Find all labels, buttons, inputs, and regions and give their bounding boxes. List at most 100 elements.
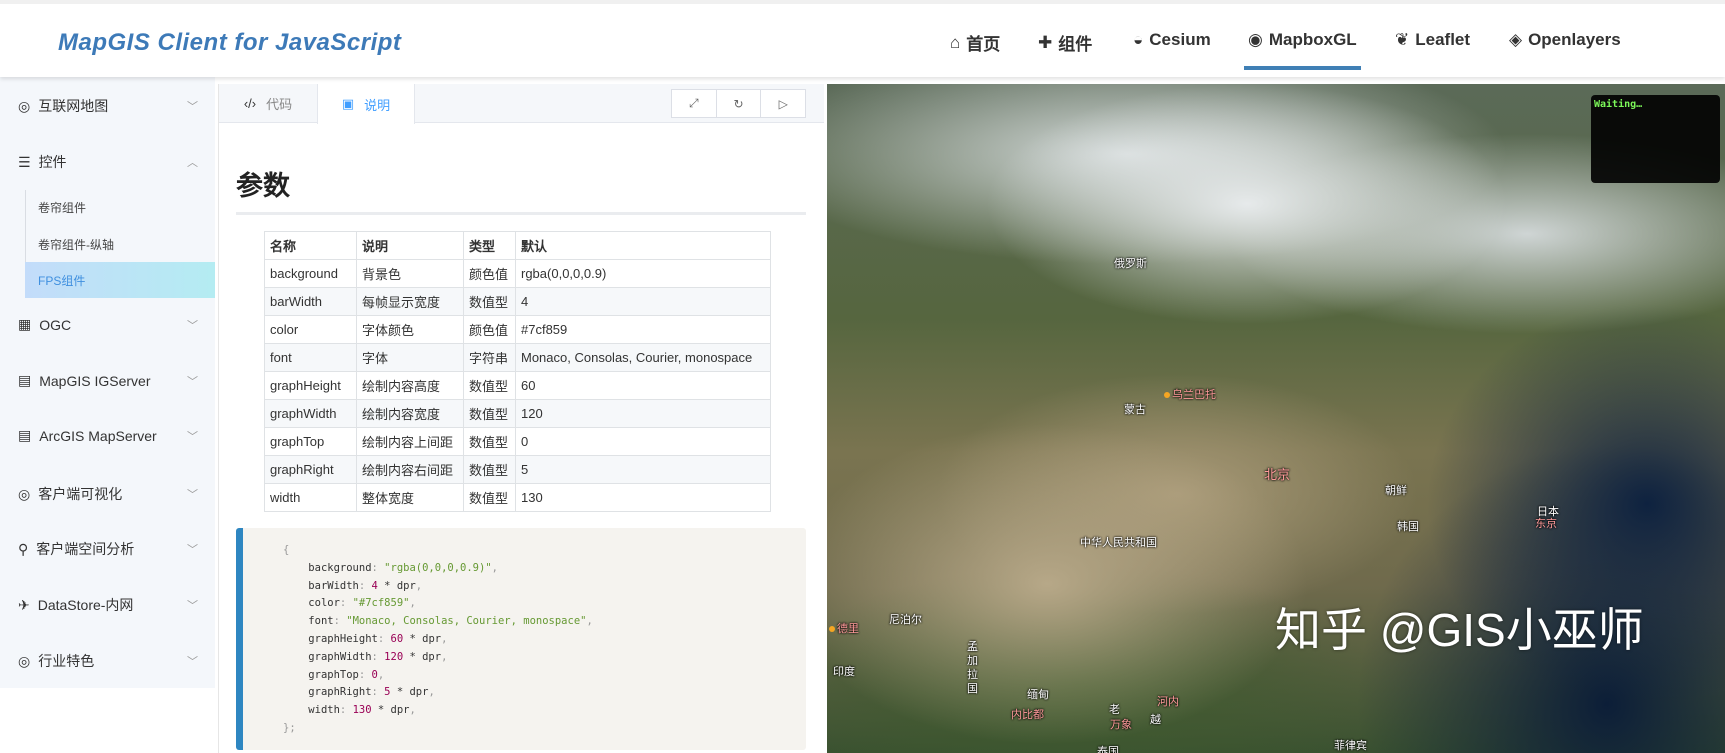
table-row: background 背景色 颜色值 rgba(0,0,0,0.9) <box>264 259 771 288</box>
watermark: 知乎 @GIS小巫师 <box>1275 604 1644 656</box>
nav-components[interactable]: ✚ 组件 <box>1038 30 1092 55</box>
page-title: 参数 <box>236 171 290 201</box>
table-cell: 数值型 <box>463 399 516 428</box>
run-button[interactable]: ▷ <box>761 90 805 117</box>
server-icon: ▤ <box>18 372 32 388</box>
map-label: 印度 <box>833 666 855 678</box>
toolbar-buttons: ⤢ ↻ ▷ <box>671 89 806 118</box>
sliders-icon: ☰ <box>18 153 31 170</box>
sidebar-label: 客户端空间分析 <box>36 541 135 557</box>
nav-openlayers[interactable]: ◈ Openlayers <box>1509 30 1621 50</box>
sidebar-item-internet-map[interactable]: ◎ 互联网地图 ﹀ <box>18 96 198 116</box>
analysis-icon: ⚲ <box>18 540 29 557</box>
top-header: MapGIS Client for JavaScript ⌂ 首页 ✚ 组件 ◒ Ce… <box>0 0 1725 77</box>
sidebar-label: 行业特色 <box>38 653 95 669</box>
table-row: barWidth 每帧显示宽度 数值型 4 <box>264 287 771 316</box>
code-line: width: 130 * dpr, <box>308 704 416 717</box>
nav-label: Cesium <box>1149 30 1211 49</box>
divider <box>236 212 806 215</box>
layers-icon: ◈ <box>1509 30 1523 49</box>
tab-bar: ‹/› 代码 ▣ 说明 ⤢ ↻ ▷ <box>219 84 824 124</box>
table-cell: 整体宽度 <box>356 483 464 512</box>
table-row: graphWidth 绘制内容宽度 数值型 120 <box>264 399 771 428</box>
table-cell: 背景色 <box>356 259 464 288</box>
sidebar-item-visualization[interactable]: ◎ 客户端可视化 ﹀ <box>18 484 198 504</box>
sidebar: ◎ 互联网地图 ﹀ ☰ 控件 ︿ 卷帘组件 卷帘组件-纵轴 FPS组件 ▦ OGC ﹀ ▤ M… <box>0 77 215 688</box>
table-cell: 60 <box>515 371 771 400</box>
markdown-icon: ▣ <box>341 96 355 111</box>
table-cell: 绘制内容宽度 <box>356 399 464 428</box>
chevron-down-icon: ﹀ <box>187 489 198 501</box>
tab-docs[interactable]: ▣ 说明 <box>317 84 415 124</box>
grid-icon: ▦ <box>18 316 32 332</box>
sidebar-subitem-swipe-vertical[interactable]: 卷帘组件-纵轴 <box>38 236 114 253</box>
table-cell: 绘制内容上间距 <box>356 427 464 456</box>
code-line: barWidth: 4 * dpr, <box>308 579 423 592</box>
chevron-down-icon: ﹀ <box>187 656 198 668</box>
table-cell: 5 <box>515 455 771 484</box>
leaf-icon: ❦ <box>1395 30 1410 49</box>
map-label: 韩国 <box>1397 521 1419 533</box>
map-label: 菲律宾 <box>1334 740 1367 752</box>
nav-label: MapboxGL <box>1268 30 1357 49</box>
table-row: graphHeight 绘制内容高度 数值型 60 <box>264 371 771 400</box>
sidebar-label: 控件 <box>38 154 67 170</box>
map-label: 万象 <box>1110 719 1132 731</box>
table-row: width 整体宽度 数值型 130 <box>264 483 771 512</box>
sidebar-label: 互联网地图 <box>38 98 109 114</box>
map-view[interactable]: 俄罗斯 乌兰巴托 蒙古 北京 朝鲜 韩国 日本 东京 中华人民共和国 尼泊尔 德… <box>827 84 1725 753</box>
table-cell: width <box>264 483 357 512</box>
map-label: 东京 <box>1535 518 1557 530</box>
sidebar-label: ArcGIS MapServer <box>39 427 157 444</box>
sidebar-subitem-fps[interactable]: FPS组件 <box>38 272 85 289</box>
logo[interactable]: MapGIS Client for JavaScript <box>58 29 401 57</box>
code-line: color: "#7cf859", <box>308 597 416 610</box>
nav-cesium[interactable]: ◒ Cesium <box>1133 30 1211 50</box>
chevron-down-icon: ﹀ <box>187 319 198 332</box>
nav-label: Leaflet <box>1415 30 1471 49</box>
sidebar-label: OGC <box>39 316 72 333</box>
sidebar-subitem-swipe[interactable]: 卷帘组件 <box>38 199 86 216</box>
sidebar-item-igserver[interactable]: ▤ MapGIS IGServer ﹀ <box>18 372 198 389</box>
table-cell: font <box>264 343 357 372</box>
table-cell: 数值型 <box>463 427 516 456</box>
play-icon: ▷ <box>778 96 788 111</box>
fullscreen-button[interactable]: ⤢ <box>672 90 717 117</box>
nav-home[interactable]: ⌂ 首页 <box>950 30 1000 55</box>
sidebar-item-ogc[interactable]: ▦ OGC ﹀ <box>18 316 198 333</box>
tab-code[interactable]: ‹/› 代码 <box>219 84 317 123</box>
params-table: 名称 说明 类型 默认 background 背景色 颜色值 rgba(0,0,0,0.9)… <box>264 231 771 512</box>
map-label: 乌兰巴托 <box>1164 386 1216 402</box>
table-row: graphTop 绘制内容上间距 数值型 0 <box>264 427 771 456</box>
sidebar-item-arcgis[interactable]: ▤ ArcGIS MapServer ﹀ <box>18 427 198 444</box>
table-cell: 绘制内容右间距 <box>356 455 464 484</box>
map-label: 尼泊尔 <box>889 614 922 626</box>
chevron-down-icon: ﹀ <box>187 600 198 612</box>
eye-icon: ◎ <box>18 652 31 669</box>
chevron-down-icon: ﹀ <box>187 430 198 443</box>
map-label: 朝鲜 <box>1385 485 1407 497</box>
nav-mapboxgl[interactable]: ◉ MapboxGL <box>1244 30 1361 70</box>
table-cell: 4 <box>515 287 771 316</box>
nav-leaflet[interactable]: ❦ Leaflet <box>1395 30 1470 50</box>
map-label: 孟加拉国 <box>967 641 978 695</box>
sidebar-item-industry[interactable]: ◎ 行业特色 ﹀ <box>18 651 198 671</box>
map-label: 老 <box>1109 704 1120 716</box>
sidebar-label: MapGIS IGServer <box>39 372 151 389</box>
table-cell: barWidth <box>264 287 357 316</box>
table-cell: 字体颜色 <box>356 315 464 344</box>
refresh-button[interactable]: ↻ <box>717 90 762 117</box>
nav-label: 组件 <box>1058 35 1093 54</box>
table-cell: #7cf859 <box>515 315 771 344</box>
table-cell: 数值型 <box>463 371 516 400</box>
table-cell: 130 <box>515 483 771 512</box>
fps-monitor: Waiting… <box>1591 95 1720 183</box>
sidebar-label: DataStore-内网 <box>37 597 134 613</box>
code-line: graphWidth: 120 * dpr, <box>308 650 448 663</box>
sidebar-item-controls[interactable]: ☰ 控件 ︿ <box>18 152 198 172</box>
table-cell: 0 <box>515 427 771 456</box>
table-header: 默认 <box>515 231 771 260</box>
table-row: color 字体颜色 颜色值 #7cf859 <box>264 315 771 344</box>
sidebar-item-datastore[interactable]: ✈ DataStore-内网 ﹀ <box>18 595 198 615</box>
sidebar-item-spatial-analysis[interactable]: ⚲ 客户端空间分析 ﹀ <box>18 539 198 559</box>
